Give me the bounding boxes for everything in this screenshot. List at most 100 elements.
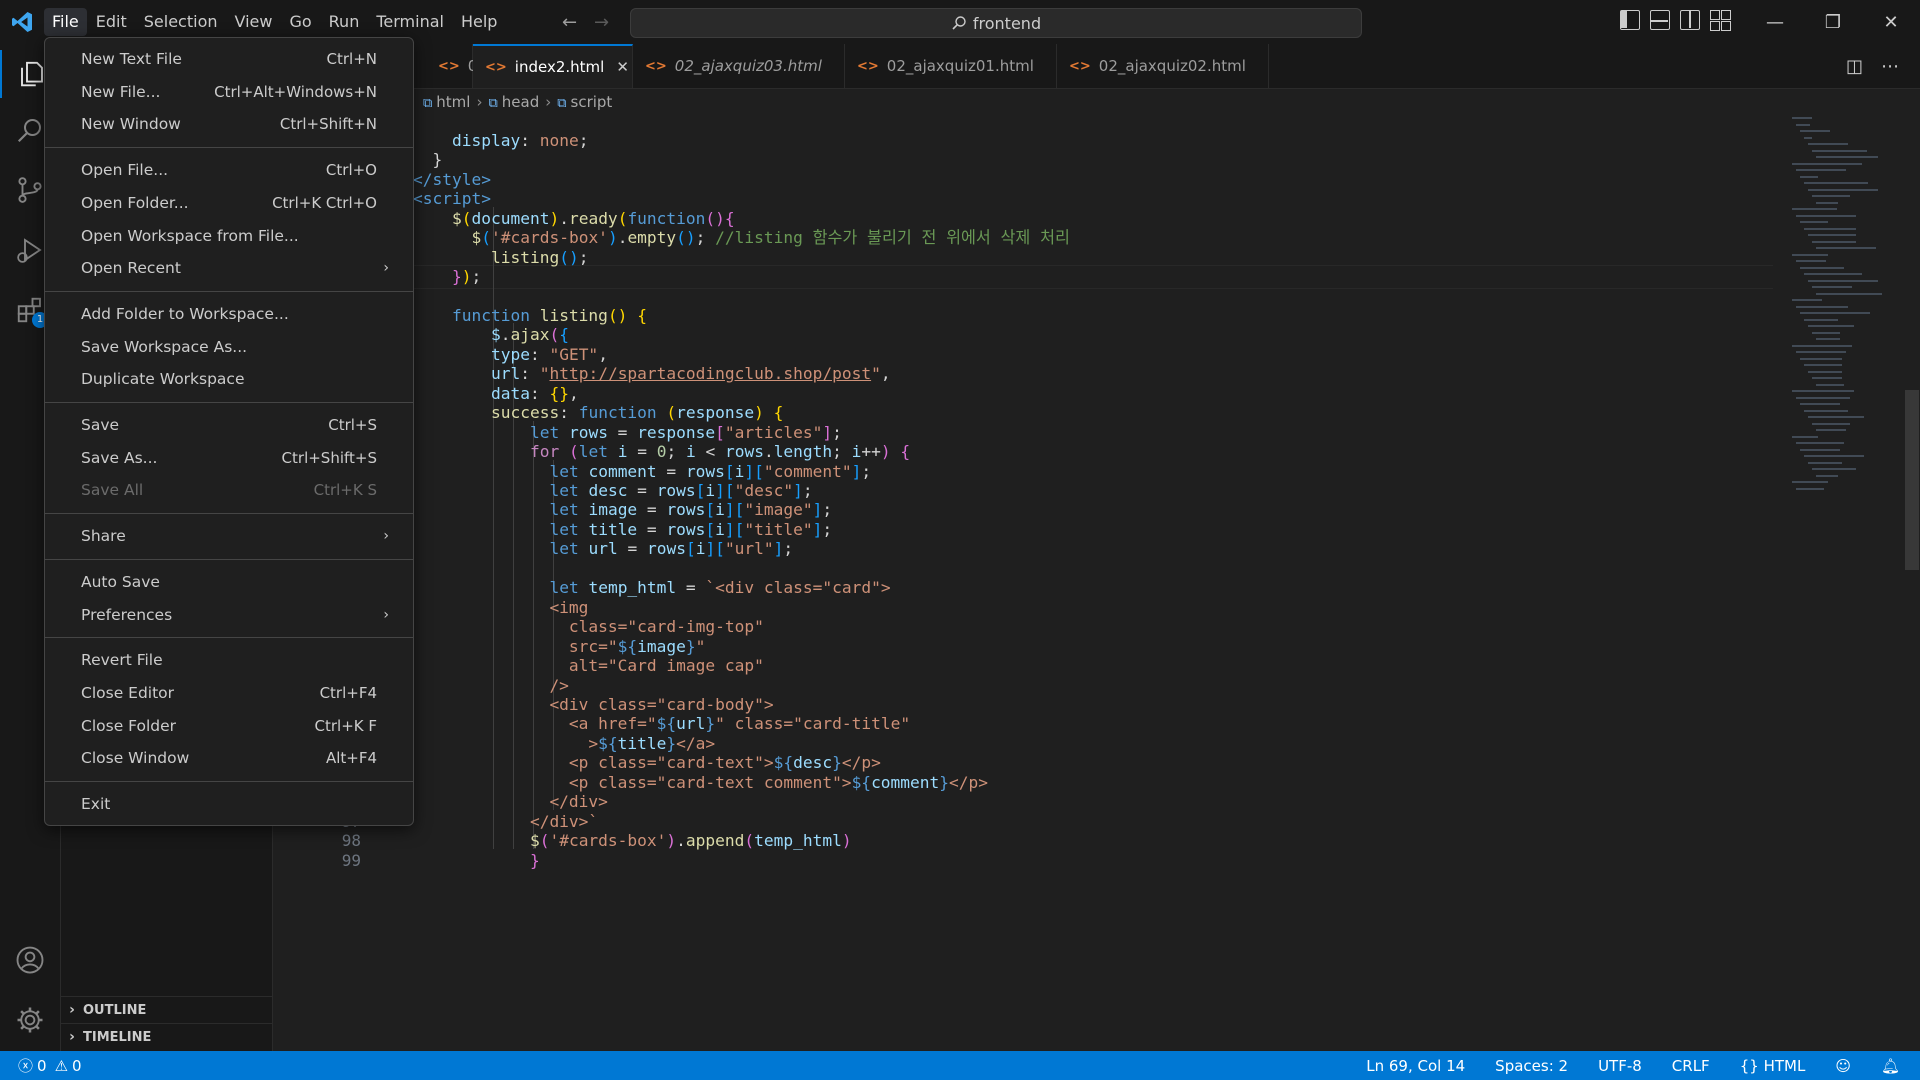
minimap-line: [1808, 325, 1854, 327]
forward-arrow-icon[interactable]: →: [594, 12, 609, 33]
menu-item-preferences[interactable]: Preferences ›: [51, 600, 407, 630]
code-token: response: [637, 422, 716, 442]
menu-item-duplicate-workspace[interactable]: Duplicate Workspace: [51, 364, 407, 394]
code-token: ;: [471, 267, 482, 287]
end-of-line[interactable]: CRLF: [1672, 1057, 1710, 1075]
menu-item-save-workspace-as[interactable]: Save Workspace As...: [51, 332, 407, 362]
command-center-search[interactable]: frontend: [630, 8, 1362, 38]
code-token: ]: [812, 500, 823, 520]
toggle-secondary-sidebar-icon[interactable]: [1680, 10, 1700, 30]
minimap-line: [1808, 279, 1878, 282]
code-token: =: [617, 539, 647, 559]
code-token: let: [529, 422, 560, 442]
minimap-line: [1808, 370, 1842, 373]
close-window-button[interactable]: ✕: [1862, 0, 1920, 44]
more-actions-icon[interactable]: ⋯: [1881, 56, 1899, 77]
code-token: ${: [598, 733, 618, 753]
menu-item-close-folder[interactable]: Close Folder Ctrl+K F: [51, 711, 407, 741]
notifications-bell-icon[interactable]: 🔔︎: [1881, 1057, 1900, 1075]
customize-layout-icon[interactable]: [1710, 10, 1731, 31]
menu-item-open-workspace-from-file[interactable]: Open Workspace from File...: [51, 221, 407, 251]
code-token: (: [539, 831, 550, 851]
menu-item-shortcut: Ctrl+Shift+N: [279, 115, 377, 134]
menu-item-exit[interactable]: Exit: [51, 789, 407, 819]
search-icon: [952, 16, 966, 30]
minimap-line: [1808, 416, 1864, 418]
menu-item-open-folder[interactable]: Open Folder... Ctrl+K Ctrl+O: [51, 188, 407, 218]
menu-item-close-window[interactable]: Close Window Alt+F4: [51, 743, 407, 773]
menu-item-save[interactable]: Save Ctrl+S: [51, 410, 407, 440]
code-token: }: [451, 267, 462, 287]
language-mode[interactable]: {} HTML: [1740, 1057, 1806, 1075]
code-token: let: [549, 500, 579, 520]
tab-index2-html[interactable]: <> index2.html ✕: [473, 44, 633, 88]
error-icon: ⓧ: [18, 1057, 34, 1075]
tab-02_ajaxquiz02-html[interactable]: <> 02_ajaxquiz02.html: [1057, 44, 1269, 88]
menu-item-share[interactable]: Share ›: [51, 521, 407, 551]
menu-item-save-as[interactable]: Save As... Ctrl+Shift+S: [51, 443, 407, 473]
minimap-line: [1808, 143, 1848, 145]
code-token: rows: [666, 500, 706, 520]
back-arrow-icon[interactable]: ←: [562, 12, 577, 33]
code-token: <: [695, 442, 725, 462]
editor-scrollbar[interactable]: [1905, 390, 1919, 570]
indentation[interactable]: Spaces: 2: [1495, 1057, 1568, 1075]
menu-item-open-file[interactable]: Open File... Ctrl+O: [51, 155, 407, 185]
menu-run[interactable]: Run: [321, 8, 368, 36]
timeline-section[interactable]: › TIMELINE: [61, 1023, 272, 1050]
code-token: ]: [851, 461, 862, 481]
cursor-position[interactable]: Ln 69, Col 14: [1366, 1057, 1465, 1075]
menu-item-label: Auto Save: [81, 572, 160, 591]
menu-item-auto-save[interactable]: Auto Save: [51, 567, 407, 597]
minimap-line: [1804, 227, 1856, 230]
minimap-line: [1816, 156, 1878, 158]
encoding[interactable]: UTF-8: [1598, 1057, 1642, 1075]
close-tab-icon[interactable]: ✕: [616, 58, 629, 76]
minimize-button[interactable]: —: [1746, 0, 1804, 44]
feedback-icon[interactable]: ☺: [1835, 1057, 1851, 1075]
breadcrumb-item-head[interactable]: ⧉ head: [488, 93, 539, 111]
code-token: i: [851, 442, 862, 462]
minimap[interactable]: [1788, 115, 1908, 1051]
code-token: success: [490, 403, 560, 423]
menu-item-revert-file[interactable]: Revert File: [51, 645, 407, 675]
menu-item-new-window[interactable]: New Window Ctrl+Shift+N: [51, 109, 407, 139]
manage-gear-icon[interactable]: [0, 996, 60, 1044]
menu-edit[interactable]: Edit: [88, 8, 135, 36]
accounts-icon[interactable]: [0, 936, 60, 984]
menu-file[interactable]: File: [44, 8, 87, 36]
menu-item-new-text-file[interactable]: New Text File Ctrl+N: [51, 44, 407, 74]
outline-section[interactable]: › OUTLINE: [61, 996, 272, 1023]
code-token: title: [588, 519, 638, 539]
tab-02_ajaxquiz03-html[interactable]: <> 02_ajaxquiz03.html: [633, 44, 845, 88]
menu-separator: [45, 637, 413, 639]
split-editor-icon[interactable]: ◫: [1846, 56, 1863, 77]
tab-02_ajaxquiz01-html[interactable]: <> 02_ajaxquiz01.html: [845, 44, 1057, 88]
code-token: }: [413, 150, 443, 170]
toggle-primary-sidebar-icon[interactable]: [1620, 10, 1640, 30]
restore-button[interactable]: ❐: [1804, 0, 1862, 44]
menu-view[interactable]: View: [227, 8, 281, 36]
menu-item-add-folder-to-workspace[interactable]: Add Folder to Workspace...: [51, 299, 407, 329]
menu-item-open-recent[interactable]: Open Recent ›: [51, 253, 407, 283]
code-token: http://spartacodingclub.shop/post: [549, 364, 872, 384]
code-token: [: [705, 519, 716, 539]
problems-indicator[interactable]: ⓧ 0 ⚠ 0: [18, 1055, 82, 1076]
menu-item-close-editor[interactable]: Close Editor Ctrl+F4: [51, 678, 407, 708]
menu-item-new-file[interactable]: New File... Ctrl+Alt+Windows+N: [51, 77, 407, 107]
code-token: let: [549, 519, 579, 539]
minimap-line: [1800, 266, 1844, 269]
breadcrumb-item-script[interactable]: ⧉ script: [557, 93, 612, 111]
menu-help[interactable]: Help: [453, 8, 505, 36]
code-token: ;: [666, 442, 686, 462]
breadcrumb-item-html[interactable]: ⧉ html: [423, 93, 470, 111]
menu-terminal[interactable]: Terminal: [368, 8, 452, 36]
code-token: >: [481, 189, 491, 209]
toggle-panel-icon[interactable]: [1650, 10, 1670, 30]
menu-go[interactable]: Go: [281, 8, 319, 36]
code-token: let: [549, 539, 579, 559]
menu-selection[interactable]: Selection: [136, 8, 226, 36]
code-editor[interactable]: padding: 0px; display: none; }</style><s…: [273, 115, 1788, 1051]
